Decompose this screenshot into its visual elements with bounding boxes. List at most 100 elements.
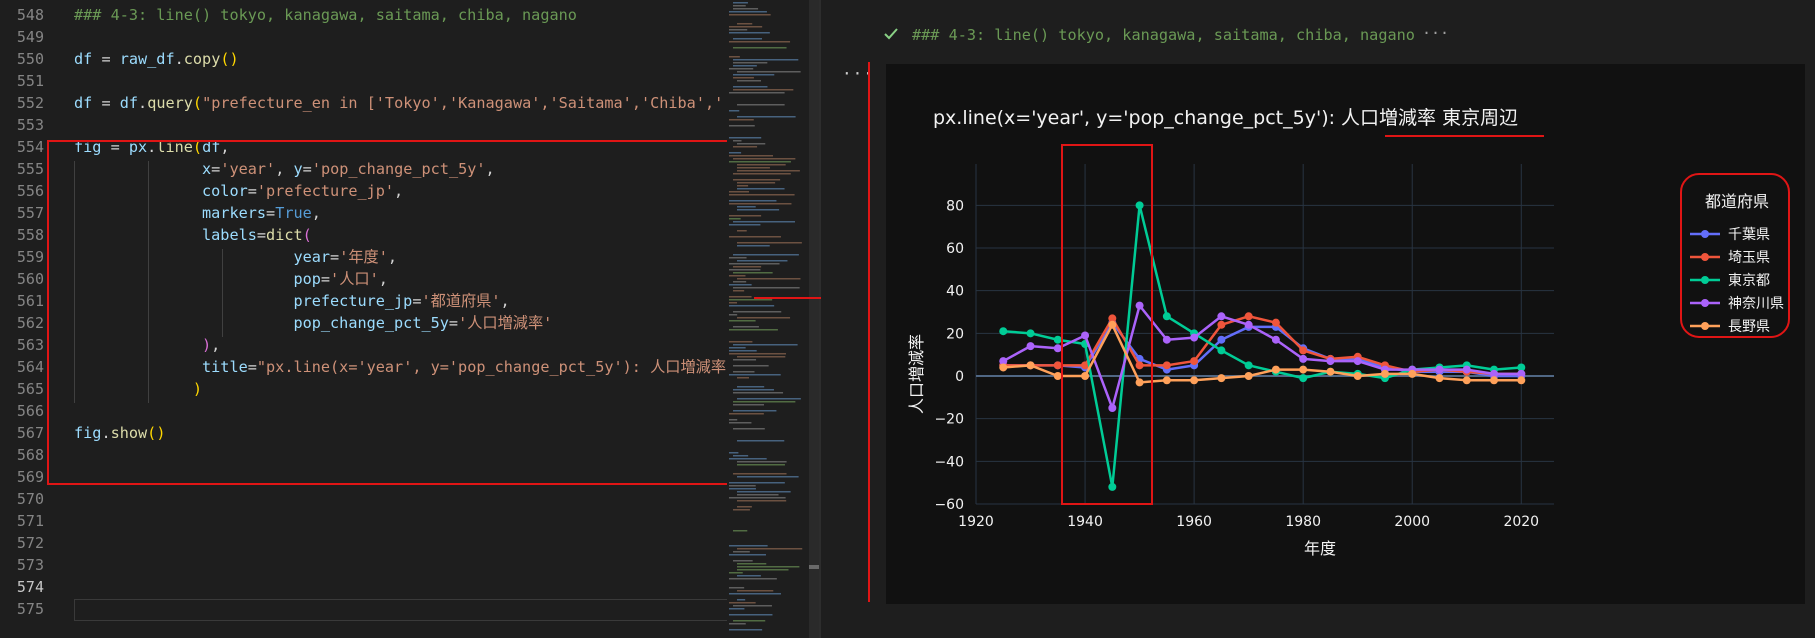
y-tick-label: −60 (934, 497, 964, 513)
data-point[interactable] (1353, 357, 1362, 366)
data-point[interactable] (999, 363, 1008, 372)
chart-title: px.line(x='year', y='pop_change_pct_5y')… (933, 107, 1518, 129)
y-tick-label: 0 (955, 369, 964, 385)
data-point[interactable] (1490, 376, 1499, 385)
line-number: 571 (16, 512, 44, 530)
data-point[interactable] (1299, 346, 1308, 355)
data-point[interactable] (1244, 320, 1253, 329)
data-point[interactable] (1162, 312, 1171, 321)
code-token: = (92, 50, 120, 68)
data-point[interactable] (1299, 354, 1308, 363)
data-point[interactable] (1026, 361, 1035, 370)
data-point[interactable] (1053, 344, 1062, 353)
data-point[interactable] (1435, 374, 1444, 383)
data-point[interactable] (1217, 374, 1226, 383)
line-number: 554 (16, 138, 44, 156)
data-point[interactable] (1299, 374, 1308, 383)
data-point[interactable] (1081, 372, 1090, 380)
code-line[interactable]: 548 ### 4-3: line() tokyo, kanagawa, sait… (0, 4, 735, 26)
data-point[interactable] (1462, 376, 1471, 385)
data-point[interactable] (1108, 404, 1117, 412)
data-point[interactable] (1244, 372, 1253, 380)
code-editor[interactable]: 548 ### 4-3: line() tokyo, kanagawa, sait… (0, 0, 735, 638)
data-point[interactable] (1299, 365, 1308, 374)
output-header: ### 4-3: line() tokyo, kanagawa, saitama… (912, 26, 1415, 44)
data-point[interactable] (1135, 201, 1144, 210)
data-point[interactable] (1190, 357, 1199, 366)
data-point[interactable] (1244, 361, 1253, 370)
line-number: 573 (16, 556, 44, 574)
code-line[interactable]: 574 (0, 576, 735, 598)
output-highlight-bar (868, 62, 870, 602)
line-number: 565 (16, 380, 44, 398)
code-token: df (74, 94, 93, 112)
data-point[interactable] (1408, 369, 1417, 378)
data-point[interactable] (1462, 365, 1471, 374)
code-line[interactable]: 550 df = raw_df.copy() (0, 48, 735, 70)
data-point[interactable] (1053, 372, 1062, 380)
legend-item-label[interactable]: 神奈川県 (1728, 296, 1784, 312)
line-number: 548 (16, 6, 44, 24)
data-point[interactable] (1271, 318, 1280, 327)
data-point[interactable] (1026, 329, 1035, 338)
y-tick-label: −20 (934, 412, 964, 428)
data-point[interactable] (1108, 320, 1117, 329)
y-axis-title: 人口増減率 (907, 334, 926, 414)
header-more-icon[interactable]: ··· (1422, 24, 1449, 42)
data-point[interactable] (1217, 335, 1226, 344)
code-line[interactable]: 549 (0, 26, 735, 48)
data-point[interactable] (1162, 361, 1171, 370)
data-point[interactable] (1271, 335, 1280, 344)
minimap[interactable] (727, 0, 819, 638)
data-point[interactable] (1162, 376, 1171, 385)
code-line[interactable]: 552 df = df.query("prefecture_en in ['Tok… (0, 92, 735, 114)
data-point[interactable] (1217, 320, 1226, 329)
code-line[interactable]: 571 (0, 510, 735, 532)
legend-item-label[interactable]: 東京都 (1728, 273, 1770, 289)
data-point[interactable] (1026, 342, 1035, 351)
data-point[interactable] (1053, 335, 1062, 344)
data-point[interactable] (1326, 357, 1335, 366)
code-token: ### 4-3: line() tokyo, kanagawa, saitama… (74, 6, 577, 24)
data-point[interactable] (1217, 346, 1226, 355)
legend-item-label[interactable]: 千葉県 (1728, 227, 1770, 243)
data-point[interactable] (999, 327, 1008, 336)
line-chart[interactable]: 1920 1940 1960 1980 2000 2020 −60 −40 −20 0 20 40 60… (886, 64, 1805, 604)
x-tick-label: 1940 (1067, 514, 1103, 530)
legend-item-label[interactable]: 埼玉県 (1728, 250, 1770, 266)
code-line[interactable]: 573 (0, 554, 735, 576)
data-point[interactable] (1380, 369, 1389, 378)
data-point[interactable] (1162, 335, 1171, 344)
data-point[interactable] (1217, 312, 1226, 321)
line-number: 562 (16, 314, 44, 332)
data-point[interactable] (1135, 361, 1144, 370)
series-line[interactable] (1002, 304, 1522, 410)
data-point[interactable] (1135, 301, 1144, 310)
data-point[interactable] (1271, 365, 1280, 374)
data-point[interactable] (1053, 361, 1062, 370)
series-line[interactable] (1003, 315, 1522, 376)
y-tick-label: 80 (946, 198, 964, 214)
minimap-canvas (729, 0, 819, 638)
data-point[interactable] (1108, 482, 1117, 491)
legend-item-label[interactable]: 長野県 (1728, 319, 1770, 335)
code-line[interactable]: 570 (0, 488, 735, 510)
legend-marker (1701, 253, 1709, 261)
code-line[interactable]: 572 (0, 532, 735, 554)
line-number: 568 (16, 446, 44, 464)
data-point[interactable] (1353, 372, 1362, 380)
legend-marker (1701, 276, 1709, 284)
code-line[interactable]: 553 (0, 114, 735, 136)
data-point[interactable] (1190, 376, 1199, 385)
data-point[interactable] (1190, 333, 1199, 342)
plot-area[interactable]: 1920 1940 1960 1980 2000 2020 −60 −40 −20 0 20 40 60… (886, 64, 1805, 604)
data-point[interactable] (1435, 365, 1444, 374)
data-point[interactable] (1135, 378, 1144, 387)
data-point[interactable] (1517, 376, 1526, 385)
code-line[interactable]: 551 (0, 70, 735, 92)
legend[interactable]: 都道府県 千葉県埼玉県東京都神奈川県長野県 (1680, 173, 1790, 338)
data-point[interactable] (1081, 331, 1090, 340)
data-point[interactable] (1326, 367, 1335, 376)
line-number: 575 (16, 600, 44, 618)
data-point[interactable] (1244, 312, 1253, 321)
